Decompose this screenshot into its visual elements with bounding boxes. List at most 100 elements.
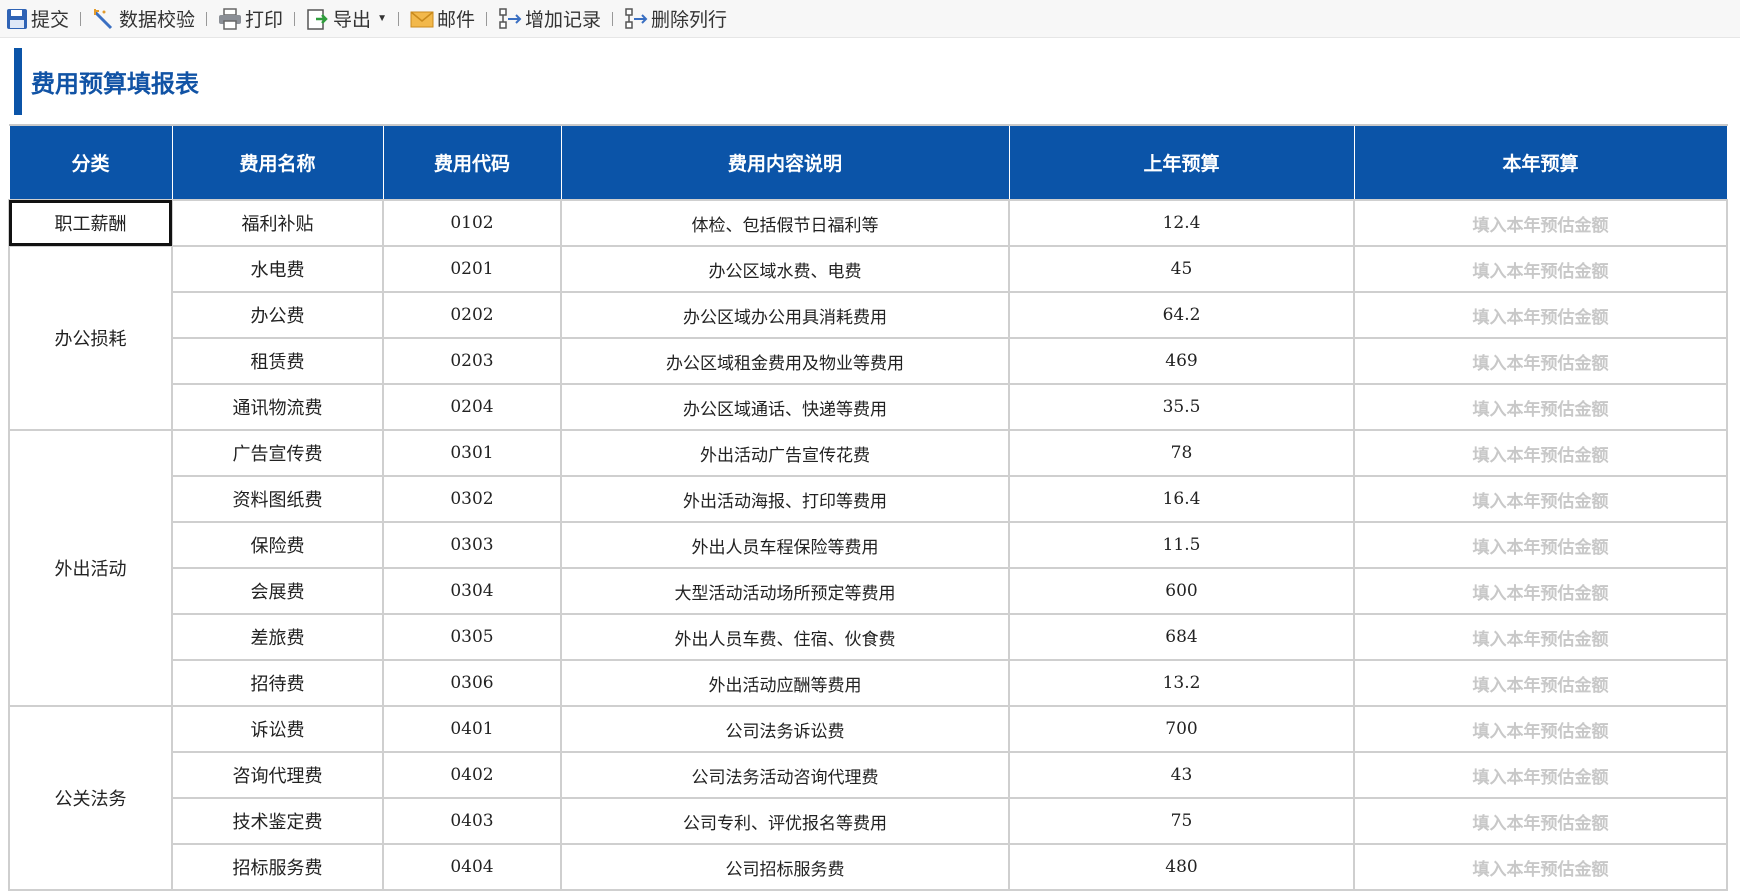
expense-name-cell[interactable]: 招标服务费: [171, 843, 384, 891]
this-year-budget-input[interactable]: 填入本年预估金额: [1353, 245, 1728, 293]
this-year-budget-input[interactable]: 填入本年预估金额: [1353, 291, 1728, 339]
expense-code-cell[interactable]: 0301: [382, 429, 562, 477]
expense-description-cell[interactable]: 外出活动海报、打印等费用: [560, 475, 1010, 523]
last-year-budget-cell[interactable]: 480: [1008, 843, 1355, 891]
last-year-budget-cell[interactable]: 13.2: [1008, 659, 1355, 707]
this-year-budget-input[interactable]: 填入本年预估金额: [1353, 751, 1728, 799]
expense-code-cell[interactable]: 0203: [382, 337, 562, 385]
this-year-budget-input[interactable]: 填入本年预估金额: [1353, 613, 1728, 661]
last-year-budget-cell[interactable]: 12.4: [1008, 199, 1355, 247]
expense-code-cell[interactable]: 0404: [382, 843, 562, 891]
expense-description-cell[interactable]: 办公区域通话、快递等费用: [560, 383, 1010, 431]
this-year-budget-input[interactable]: 填入本年预估金额: [1353, 567, 1728, 615]
expense-code-cell[interactable]: 0401: [382, 705, 562, 753]
chevron-down-icon[interactable]: ▼: [377, 13, 387, 24]
last-year-budget-cell[interactable]: 43: [1008, 751, 1355, 799]
column-header-description: 费用内容说明: [560, 124, 1010, 201]
expense-description-cell[interactable]: 外出活动广告宣传花费: [560, 429, 1010, 477]
table-row: 职工薪酬 福利补贴 0102 体检、包括假节日福利等 12.4 填入本年预估金额: [8, 199, 1728, 247]
mail-button[interactable]: 邮件: [406, 4, 479, 34]
expense-code-cell[interactable]: 0201: [382, 245, 562, 293]
delete-row-button[interactable]: 删除列行: [620, 4, 731, 34]
expense-description-cell[interactable]: 公司招标服务费: [560, 843, 1010, 891]
expense-code-cell[interactable]: 0303: [382, 521, 562, 569]
expense-name-cell[interactable]: 技术鉴定费: [171, 797, 384, 845]
expense-name-cell[interactable]: 通讯物流费: [171, 383, 384, 431]
this-year-budget-input[interactable]: 填入本年预估金额: [1353, 383, 1728, 431]
expense-description-cell[interactable]: 大型活动活动场所预定等费用: [560, 567, 1010, 615]
table-row: 招待费 0306 外出活动应酬等费用 13.2 填入本年预估金额: [9, 659, 1728, 707]
last-year-budget-cell[interactable]: 64.2: [1008, 291, 1355, 339]
last-year-budget-cell[interactable]: 684: [1008, 613, 1355, 661]
expense-name-cell[interactable]: 水电费: [171, 245, 384, 293]
expense-description-cell[interactable]: 公司法务诉讼费: [560, 705, 1010, 753]
expense-name-cell[interactable]: 保险费: [171, 521, 384, 569]
last-year-budget-cell[interactable]: 35.5: [1008, 383, 1355, 431]
expense-name-cell[interactable]: 广告宣传费: [171, 429, 384, 477]
expense-description-cell[interactable]: 外出活动应酬等费用: [560, 659, 1010, 707]
expense-code-cell[interactable]: 0202: [382, 291, 562, 339]
expense-name-cell[interactable]: 差旅费: [171, 613, 384, 661]
expense-code-cell[interactable]: 0402: [382, 751, 562, 799]
category-cell[interactable]: 职工薪酬: [8, 199, 173, 247]
expense-description-cell[interactable]: 公司法务活动咨询代理费: [560, 751, 1010, 799]
export-label: 导出: [333, 10, 372, 31]
this-year-budget-input[interactable]: 填入本年预估金额: [1353, 199, 1728, 247]
print-button[interactable]: 打印: [214, 4, 287, 34]
category-cell[interactable]: 外出活动: [8, 429, 173, 707]
this-year-budget-input[interactable]: 填入本年预估金额: [1353, 521, 1728, 569]
column-header-code: 费用代码: [382, 124, 562, 201]
last-year-budget-cell[interactable]: 16.4: [1008, 475, 1355, 523]
this-year-budget-input[interactable]: 填入本年预估金额: [1353, 705, 1728, 753]
expense-name-cell[interactable]: 租赁费: [171, 337, 384, 385]
expense-name-cell[interactable]: 会展费: [171, 567, 384, 615]
expense-code-cell[interactable]: 0204: [382, 383, 562, 431]
last-year-budget-cell[interactable]: 11.5: [1008, 521, 1355, 569]
table-row: 租赁费 0203 办公区域租金费用及物业等费用 469 填入本年预估金额: [9, 337, 1728, 385]
expense-code-cell[interactable]: 0305: [382, 613, 562, 661]
expense-description-cell[interactable]: 体检、包括假节日福利等: [560, 199, 1010, 247]
expense-name-cell[interactable]: 资料图纸费: [171, 475, 384, 523]
last-year-budget-cell[interactable]: 600: [1008, 567, 1355, 615]
expense-code-cell[interactable]: 0102: [382, 199, 562, 247]
validate-button[interactable]: 数据校验: [88, 4, 199, 34]
expense-name-cell[interactable]: 诉讼费: [171, 705, 384, 753]
last-year-budget-cell[interactable]: 78: [1008, 429, 1355, 477]
submit-label: 提交: [31, 10, 70, 31]
expense-description-cell[interactable]: 办公区域租金费用及物业等费用: [560, 337, 1010, 385]
expense-description-cell[interactable]: 外出人员车程保险等费用: [560, 521, 1010, 569]
this-year-budget-input[interactable]: 填入本年预估金额: [1353, 797, 1728, 845]
this-year-budget-input[interactable]: 填入本年预估金额: [1353, 659, 1728, 707]
expense-name-cell[interactable]: 办公费: [171, 291, 384, 339]
expense-description-cell[interactable]: 公司专利、评优报名等费用: [560, 797, 1010, 845]
expense-code-cell[interactable]: 0403: [382, 797, 562, 845]
category-cell[interactable]: 办公损耗: [8, 245, 173, 431]
expense-name-cell[interactable]: 福利补贴: [171, 199, 384, 247]
add-record-label: 增加记录: [524, 10, 601, 31]
table-row: 资料图纸费 0302 外出活动海报、打印等费用 16.4 填入本年预估金额: [9, 475, 1728, 523]
add-record-button[interactable]: 增加记录: [494, 4, 605, 34]
submit-button[interactable]: 提交: [2, 4, 73, 34]
expense-code-cell[interactable]: 0306: [382, 659, 562, 707]
last-year-budget-cell[interactable]: 75: [1008, 797, 1355, 845]
this-year-budget-input[interactable]: 填入本年预估金额: [1353, 429, 1728, 477]
this-year-budget-input[interactable]: 填入本年预估金额: [1353, 843, 1728, 891]
validate-icon: [93, 8, 113, 29]
toolbar-divider: [294, 11, 296, 26]
last-year-budget-cell[interactable]: 469: [1008, 337, 1355, 385]
last-year-budget-cell[interactable]: 45: [1008, 245, 1355, 293]
print-label: 打印: [245, 10, 284, 31]
this-year-budget-input[interactable]: 填入本年预估金额: [1353, 475, 1728, 523]
delete-row-icon: [625, 7, 648, 29]
export-button[interactable]: 导出 ▼: [302, 4, 391, 34]
category-cell[interactable]: 公关法务: [8, 705, 173, 891]
this-year-budget-input[interactable]: 填入本年预估金额: [1353, 337, 1728, 385]
last-year-budget-cell[interactable]: 700: [1008, 705, 1355, 753]
expense-name-cell[interactable]: 招待费: [171, 659, 384, 707]
expense-code-cell[interactable]: 0304: [382, 567, 562, 615]
expense-code-cell[interactable]: 0302: [382, 475, 562, 523]
expense-description-cell[interactable]: 办公区域水费、电费: [560, 245, 1010, 293]
expense-description-cell[interactable]: 办公区域办公用具消耗费用: [560, 291, 1010, 339]
expense-description-cell[interactable]: 外出人员车费、住宿、伙食费: [560, 613, 1010, 661]
expense-name-cell[interactable]: 咨询代理费: [171, 751, 384, 799]
